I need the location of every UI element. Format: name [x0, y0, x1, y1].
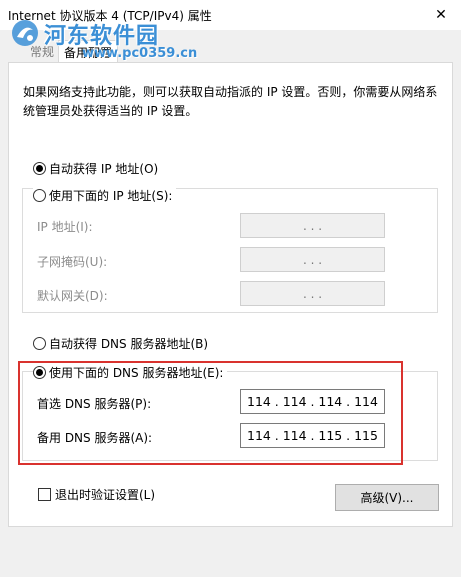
default-gateway-field[interactable]: . . . — [240, 281, 385, 306]
dialog-footer — [0, 527, 461, 577]
watermark-url: www.pc0359.cn — [82, 46, 198, 61]
watermark: 河东软件园 www.pc0359.cn — [2, 14, 232, 61]
ip-address-label: IP 地址(I): — [37, 220, 93, 234]
subnet-mask-value: . . . — [302, 252, 323, 267]
dns-highlight-box — [18, 361, 403, 465]
manual-ip-radio[interactable]: 使用下面的 IP 地址(S): — [33, 187, 177, 204]
default-gateway-label: 默认网关(D): — [37, 289, 108, 303]
validate-on-exit-label: 退出时验证设置(L) — [55, 488, 156, 502]
auto-ip-label: 自动获得 IP 地址(O) — [49, 162, 159, 176]
radio-unselected-icon — [33, 337, 46, 350]
auto-dns-label: 自动获得 DNS 服务器地址(B) — [49, 337, 209, 351]
ip-address-value: . . . — [302, 218, 323, 233]
subnet-mask-label: 子网掩码(U): — [37, 255, 108, 269]
tcpip-properties-window: Internet 协议版本 4 (TCP/IPv4) 属性 ✕ 常规 备用配置 … — [0, 0, 461, 577]
manual-ip-label: 使用下面的 IP 地址(S): — [49, 189, 173, 203]
validate-on-exit-checkbox[interactable]: 退出时验证设置(L) — [38, 486, 155, 503]
radio-unselected-icon — [33, 189, 46, 202]
auto-ip-radio[interactable]: 自动获得 IP 地址(O) — [33, 160, 158, 177]
default-gateway-value: . . . — [302, 286, 323, 301]
close-button[interactable]: ✕ — [429, 4, 453, 26]
checkbox-unchecked-icon — [38, 488, 51, 501]
radio-selected-icon — [33, 162, 46, 175]
ip-address-field[interactable]: . . . — [240, 213, 385, 238]
auto-dns-radio[interactable]: 自动获得 DNS 服务器地址(B) — [33, 335, 208, 352]
watermark-logo-icon — [12, 20, 38, 46]
close-icon: ✕ — [435, 7, 447, 23]
subnet-mask-field[interactable]: . . . — [240, 247, 385, 272]
description-text: 如果网络支持此功能，则可以获取自动指派的 IP 设置。否则，你需要从网络系统管理… — [23, 85, 438, 118]
advanced-button[interactable]: 高级(V)... — [335, 484, 439, 511]
